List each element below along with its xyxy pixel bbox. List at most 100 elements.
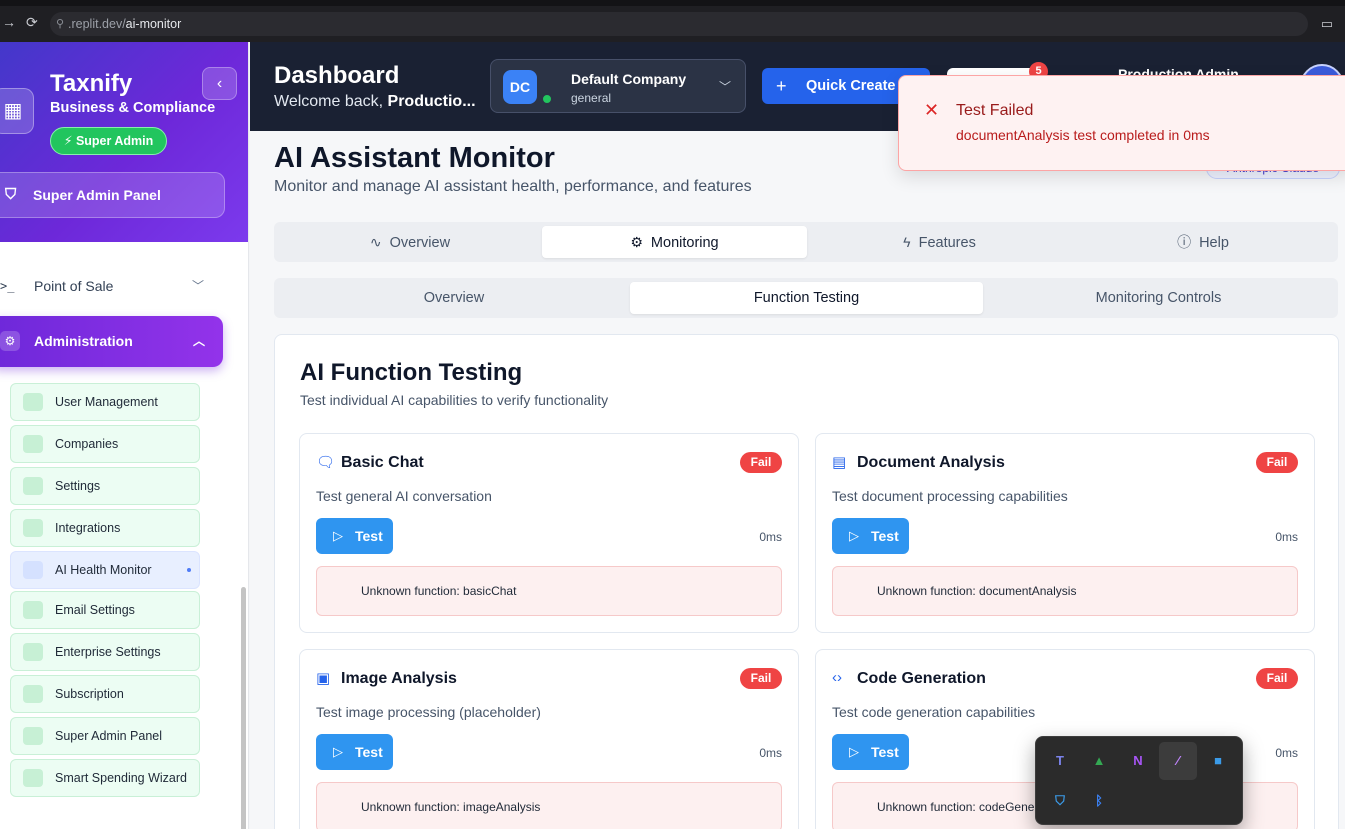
sidebar-header: ▦ Taxnify Business & Compliance ⚡ Super … <box>0 42 248 242</box>
response-time: 0ms <box>759 746 782 760</box>
page-title: AI Assistant Monitor <box>274 142 555 174</box>
menu-item-icon <box>23 561 43 579</box>
tab-overview-secondary[interactable]: Overview <box>278 282 630 314</box>
tab-label: Features <box>918 235 976 251</box>
function-name: Basic Chat <box>341 454 424 471</box>
defender-icon[interactable]: ⛉ <box>1041 782 1079 820</box>
menu-item-icon <box>23 727 43 745</box>
system-tray-popup: T ▲ N ⁄ ■ ⛉ ᛒ <box>1035 736 1243 825</box>
reload-icon[interactable]: ⟳ <box>26 14 38 31</box>
tab-overview[interactable]: ∿ Overview <box>278 226 542 258</box>
calculator-icon: ▦ <box>0 88 34 134</box>
document-icon: ▤ <box>832 454 847 471</box>
company-avatar: DC <box>503 70 537 104</box>
test-button[interactable]: ▷ Test <box>316 734 393 770</box>
error-message: Unknown function: documentAnalysis <box>832 566 1298 616</box>
header-title: Dashboard <box>274 62 400 89</box>
address-bar[interactable]: ⚲ .replit.dev/ai-monitor <box>50 12 1308 36</box>
toast-title: Test Failed <box>956 102 1034 119</box>
brand-name: Taxnify <box>50 70 133 97</box>
welcome-user: Productio... <box>387 93 476 110</box>
menu-item-icon <box>23 393 43 411</box>
brand-subtitle: Business & Compliance <box>50 100 216 116</box>
sidebar-scrollbar[interactable] <box>241 587 246 829</box>
status-badge: Fail <box>1256 452 1298 473</box>
welcome-prefix: Welcome back, <box>274 93 388 110</box>
sidebar-item-label: Email Settings <box>55 603 135 617</box>
sidebar-item-companies[interactable]: Companies <box>10 425 200 463</box>
tab-label: Overview <box>389 235 451 251</box>
toast-notification[interactable]: ✕ Test Failed documentAnalysis test comp… <box>898 75 1345 171</box>
onenote-icon[interactable]: N <box>1119 742 1157 780</box>
secondary-tabs: Overview Function Testing Monitoring Con… <box>274 278 1338 318</box>
function-card-document-analysis: ▤ Document Analysis Fail Test document p… <box>815 433 1315 633</box>
sidebar-item-enterprise-settings[interactable]: Enterprise Settings <box>10 633 200 671</box>
error-message: Unknown function: imageAnalysis <box>316 782 782 829</box>
test-button[interactable]: ▷ Test <box>832 734 909 770</box>
sidebar-item-label: AI Health Monitor <box>55 563 152 577</box>
menu-item-icon <box>23 643 43 661</box>
collapse-sidebar-button[interactable]: ‹ <box>202 67 237 100</box>
sidebar-item-label: Enterprise Settings <box>55 645 161 659</box>
menu-item-icon <box>23 685 43 703</box>
window-icon[interactable]: ■ <box>1199 742 1237 780</box>
tab-label: Monitoring Controls <box>1095 290 1222 306</box>
sidebar-item-super-admin-panel[interactable]: Super Admin Panel <box>10 717 200 755</box>
teams-icon[interactable]: T <box>1041 742 1079 780</box>
cast-icon[interactable]: ▭ <box>1321 16 1333 32</box>
response-time: 0ms <box>1275 530 1298 544</box>
feather-icon[interactable]: ⁄ <box>1159 742 1197 780</box>
tab-label: Help <box>1199 235 1229 251</box>
status-badge: Fail <box>1256 668 1298 689</box>
function-description: Test general AI conversation <box>316 488 492 504</box>
url-path: ai-monitor <box>125 17 182 31</box>
sidebar-item-subscription[interactable]: Subscription <box>10 675 200 713</box>
test-button[interactable]: ▷ Test <box>832 518 909 554</box>
sidebar-item-user-management[interactable]: User Management <box>10 383 200 421</box>
test-button-label: Test <box>355 744 383 760</box>
sidebar-item-email-settings[interactable]: Email Settings <box>10 591 200 629</box>
drive-icon[interactable]: ▲ <box>1080 742 1118 780</box>
response-time: 0ms <box>1275 746 1298 760</box>
tab-label: Monitoring <box>650 235 719 251</box>
chevron-down-icon: ﹀ <box>191 279 204 293</box>
function-description: Test document processing capabilities <box>832 488 1068 504</box>
response-time: 0ms <box>759 530 782 544</box>
play-icon: ▷ <box>333 528 343 543</box>
test-button[interactable]: ▷ Test <box>316 518 393 554</box>
active-indicator <box>187 568 191 572</box>
sidebar-item-label: Integrations <box>55 521 121 535</box>
sidebar-item-ai-health-monitor[interactable]: AI Health Monitor <box>10 551 200 589</box>
sidebar-item-smart-spending-wizard[interactable]: Smart Spending Wizard <box>10 759 200 797</box>
gear-icon: ⚙ <box>0 331 20 351</box>
company-selector[interactable]: DC Default Company general ﹀ <box>490 59 746 113</box>
site-info-icon[interactable]: ⚲ <box>56 12 64 36</box>
administration-label: Administration <box>34 333 133 349</box>
function-card-image-analysis: ▣ Image Analysis Fail Test image process… <box>299 649 799 829</box>
sidebar-item-label: Super Admin Panel <box>55 729 163 743</box>
chevron-left-icon: ‹ <box>216 75 223 92</box>
tab-function-testing[interactable]: Function Testing <box>630 282 983 314</box>
sidebar-item-point-of-sale[interactable]: >_ Point of Sale ﹀ <box>0 268 220 304</box>
point-of-sale-label: Point of Sale <box>34 278 114 294</box>
section-title: AI Function Testing <box>300 359 523 386</box>
super-admin-panel-button[interactable]: ⛉ Super Admin Panel <box>0 172 225 218</box>
play-icon: ▷ <box>849 528 859 543</box>
test-button-label: Test <box>355 528 383 544</box>
tab-features[interactable]: ϟ Features <box>807 226 1072 258</box>
tab-monitoring[interactable]: ⚙ Monitoring <box>542 226 807 258</box>
company-name: Default Company <box>571 71 687 87</box>
play-icon: ▷ <box>849 744 859 759</box>
function-card-basic-chat: 🗨 Basic Chat Fail Test general AI conver… <box>299 433 799 633</box>
tab-monitoring-controls[interactable]: Monitoring Controls <box>983 282 1334 314</box>
sidebar-item-settings[interactable]: Settings <box>10 467 200 505</box>
sidebar-item-label: User Management <box>55 395 158 409</box>
sidebar-item-label: Companies <box>55 437 119 451</box>
forward-icon[interactable]: → <box>2 14 16 30</box>
tab-help[interactable]: ⓘ Help <box>1072 226 1334 258</box>
menu-item-icon <box>23 477 43 495</box>
bluetooth-icon[interactable]: ᛒ <box>1080 782 1118 820</box>
menu-item-icon <box>23 601 43 619</box>
sidebar-item-integrations[interactable]: Integrations <box>10 509 200 547</box>
sidebar-item-administration[interactable]: ⚙ Administration ︿ <box>0 316 223 367</box>
